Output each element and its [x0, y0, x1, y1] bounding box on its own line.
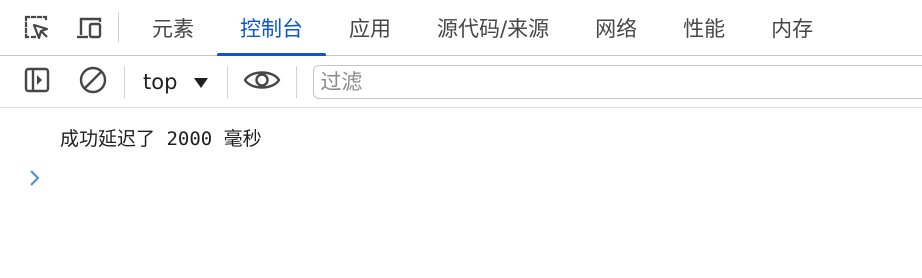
context-selector[interactable]: top — [133, 56, 219, 107]
tab-sources[interactable]: 源代码/来源 — [414, 0, 572, 55]
live-expression-icon — [243, 67, 281, 97]
dropdown-arrow-icon — [193, 70, 209, 94]
console-prompt[interactable] — [26, 168, 44, 192]
device-toolbar-button[interactable] — [70, 0, 108, 55]
tab-application[interactable]: 应用 — [326, 0, 414, 55]
tab-console[interactable]: 控制台 — [217, 0, 326, 56]
inspect-element-button[interactable] — [18, 0, 56, 55]
clear-console-button[interactable] — [76, 56, 110, 107]
console-message: 成功延迟了 2000 毫秒 — [60, 128, 262, 150]
tab-network[interactable]: 网络 — [572, 0, 660, 55]
toolbar-separator — [124, 65, 125, 98]
device-toolbar-icon — [73, 14, 105, 42]
tab-memory[interactable]: 内存 — [748, 0, 836, 55]
toolbar-separator — [227, 65, 229, 98]
tab-performance[interactable]: 性能 — [660, 0, 748, 55]
tab-elements[interactable]: 元素 — [129, 0, 217, 55]
show-sidebar-button[interactable] — [20, 56, 54, 107]
live-expression-button[interactable] — [236, 56, 288, 107]
console-toolbar: top — [0, 56, 922, 108]
filter-box[interactable] — [313, 64, 922, 99]
console-output: 成功延迟了 2000 毫秒 — [0, 108, 922, 278]
context-selector-value: top — [143, 69, 178, 94]
toolbar-separator — [296, 65, 298, 98]
filter-input[interactable] — [320, 69, 922, 94]
console-prompt-chevron-icon — [29, 169, 41, 191]
devtools-tab-bar: 元素 控制台 应用 源代码/来源 网络 性能 内存 — [0, 0, 922, 56]
tab-bar-separator — [118, 12, 119, 43]
clear-console-icon — [78, 65, 108, 99]
inspect-element-icon — [23, 14, 51, 42]
show-sidebar-icon — [23, 66, 51, 98]
